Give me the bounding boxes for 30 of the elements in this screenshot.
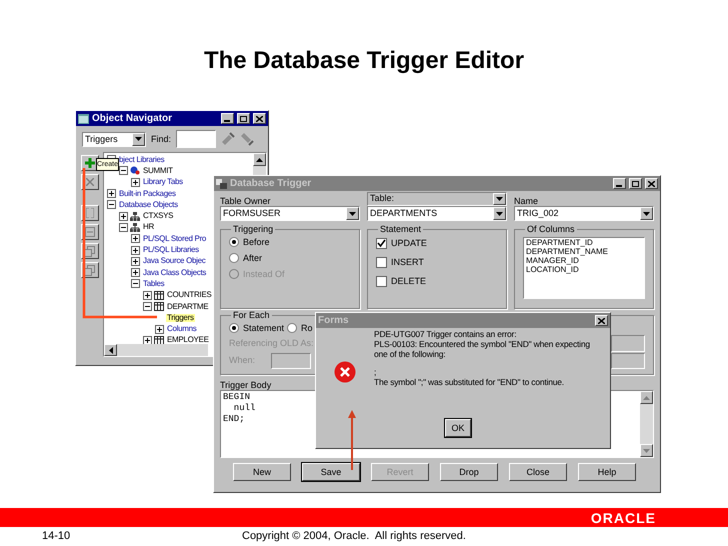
logo: ORACLE <box>590 510 656 524</box>
error-message: The symbol ";" was substituted for "END" to continue. <box>374 377 565 387</box>
find-label: Find: <box>151 134 172 144</box>
window-title: Forms <box>318 316 349 326</box>
code-line: BEGIN <box>223 392 250 403</box>
checkbox-label: UPDATE <box>391 239 427 248</box>
field-label: Table Owner <box>220 195 272 206</box>
group-label: For Each <box>232 311 271 320</box>
radio-label: Ro <box>301 324 313 332</box>
group-label: Triggering <box>232 225 274 234</box>
checkbox-label: INSERT <box>391 258 424 267</box>
field-label: Table: <box>370 193 396 205</box>
code-line: END; <box>223 414 245 425</box>
radio-label: Statement <box>243 324 284 332</box>
window-title: Object Navigator <box>92 114 172 124</box>
code-line: null <box>232 403 256 414</box>
copyright: Copyright © 2004, Oracle. All rights reserved. <box>242 531 466 542</box>
group-label: Of Columns <box>526 225 576 234</box>
error-message: PLS-00103: Encountered the symbol "END" when expecting one of the following: <box>374 339 591 359</box>
slide-title: The Database Trigger Editor <box>204 46 524 76</box>
radio-label: Before <box>243 238 270 246</box>
group-label: Statement <box>379 225 422 234</box>
error-message: PDE-UTG007 Trigger contains an error: <box>374 329 518 339</box>
error-message: ; <box>374 367 378 377</box>
page-number: 14-10 <box>42 531 72 542</box>
field-label: Trigger Body <box>220 379 272 390</box>
field-label: Name <box>514 195 540 206</box>
window-title: Database Trigger <box>230 178 312 188</box>
checkbox-label: DELETE <box>391 277 426 286</box>
radio-label: After <box>243 254 262 262</box>
